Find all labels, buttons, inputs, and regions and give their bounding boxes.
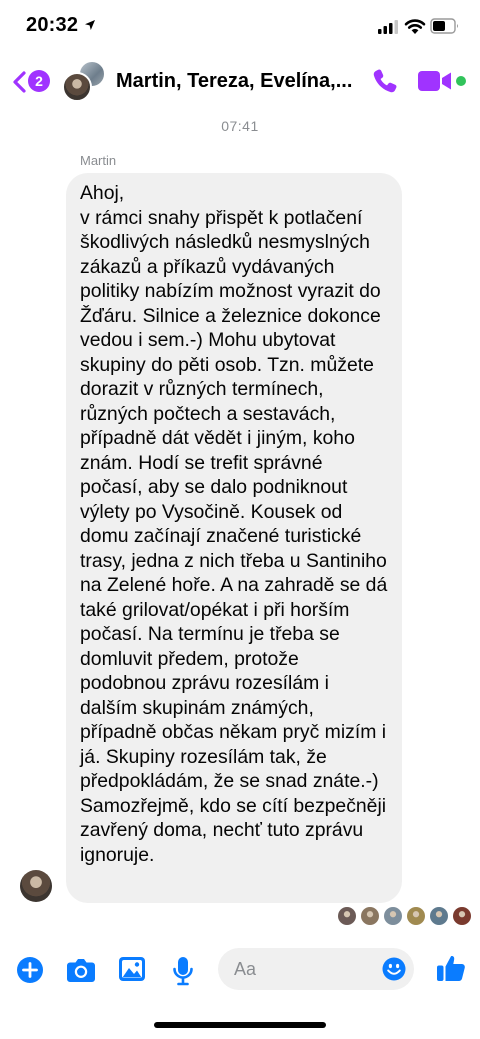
microphone-icon[interactable]: [172, 956, 194, 986]
message-input[interactable]: [234, 948, 374, 990]
image-icon[interactable]: [118, 956, 146, 982]
chat-title[interactable]: Martin, Tereza, Evelína,...: [116, 70, 360, 93]
message-text: Ahoj, v rámci snahy přispět k potlačení …: [80, 182, 388, 866]
group-avatar[interactable]: [62, 60, 108, 104]
chat-header: 2 Martin, Tereza, Evelína,...: [0, 56, 480, 108]
message-timestamp: 07:41: [221, 118, 259, 134]
avatar: [62, 72, 92, 102]
signal-icon: [378, 20, 398, 34]
back-button[interactable]: 2: [12, 66, 56, 96]
composer-bar: [0, 946, 480, 994]
video-camera-icon[interactable]: [418, 70, 452, 92]
thumbs-up-icon[interactable]: [436, 953, 466, 983]
sender-name: Martin: [80, 153, 117, 168]
read-receipt-avatar: [338, 907, 356, 925]
message-bubble[interactable]: Ahoj, v rámci snahy přispět k potlačení …: [66, 173, 402, 903]
location-arrow-icon: [85, 20, 95, 30]
read-receipt-avatar: [407, 907, 425, 925]
battery-icon: [430, 18, 458, 34]
home-indicator: [154, 1022, 326, 1028]
read-receipt-avatar: [453, 907, 471, 925]
read-receipt-avatar: [361, 907, 379, 925]
camera-icon[interactable]: [66, 956, 96, 984]
message-input-box: [218, 948, 414, 990]
plus-icon[interactable]: [16, 956, 44, 984]
phone-icon[interactable]: [372, 68, 398, 94]
back-chevron-icon: [13, 71, 26, 93]
status-time: 20:32: [26, 14, 79, 36]
wifi-icon: [404, 19, 426, 34]
online-indicator: [456, 76, 466, 86]
read-receipt-avatar: [384, 907, 402, 925]
emoji-icon[interactable]: [382, 957, 406, 981]
unread-badge: 2: [28, 70, 50, 92]
avatar[interactable]: [20, 870, 52, 902]
read-receipt-avatar: [430, 907, 448, 925]
status-bar: 20:32: [0, 0, 480, 56]
